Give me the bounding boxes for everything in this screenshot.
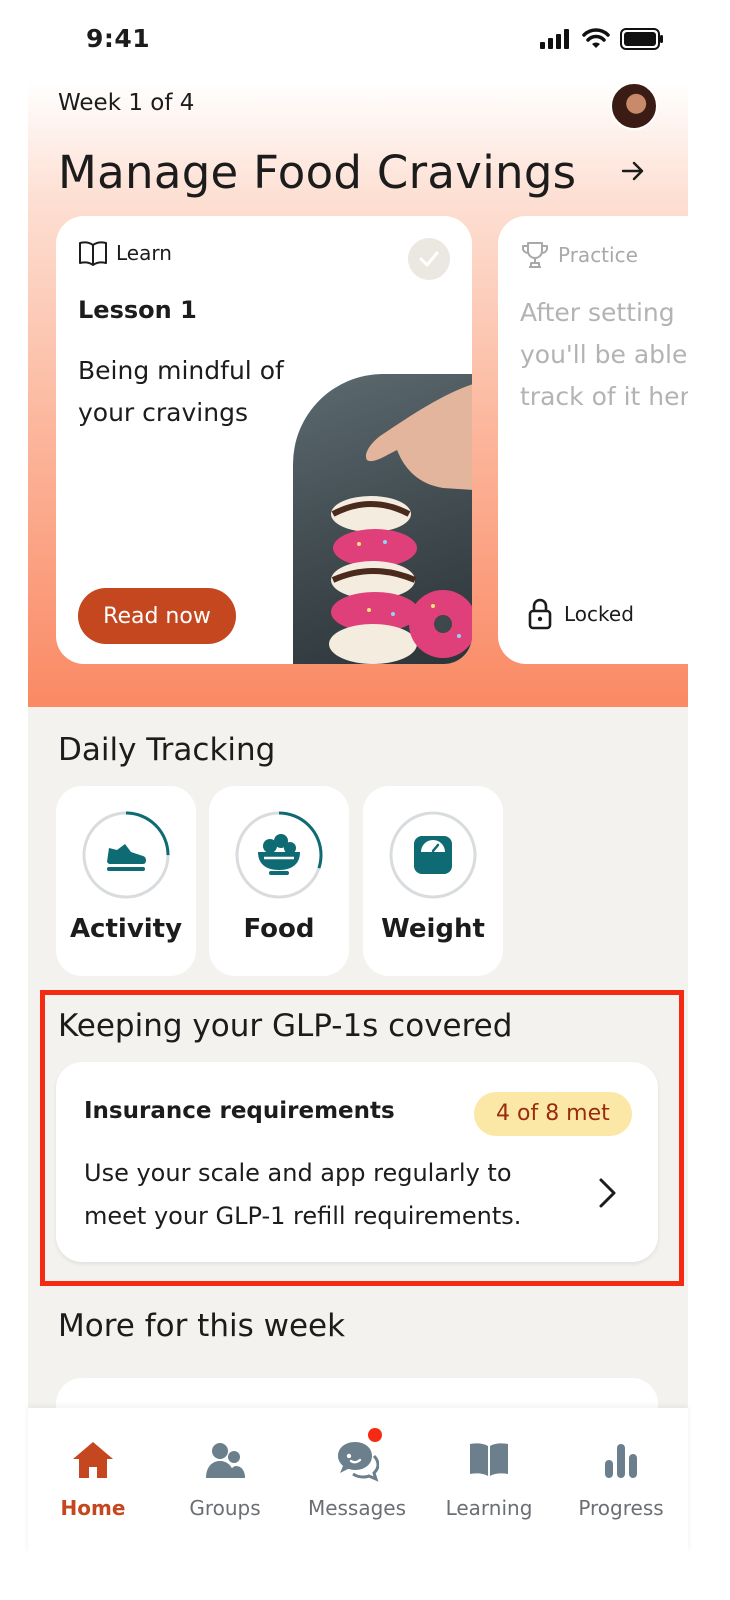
week-label: Week 1 of 4 (58, 90, 195, 116)
donut-stack-image (293, 374, 472, 664)
nav-groups[interactable]: Groups (160, 1438, 290, 1520)
daily-tracking-title: Daily Tracking (58, 732, 276, 768)
completed-check-icon (408, 238, 450, 280)
tracking-label: Food (243, 914, 315, 944)
nav-progress[interactable]: Progress (556, 1438, 686, 1520)
insurance-requirements-card[interactable]: Insurance requirements 4 of 8 met Use yo… (56, 1062, 658, 1262)
tracking-activity[interactable]: Activity (56, 786, 196, 976)
book-icon (470, 1443, 508, 1476)
practice-line: After setting (520, 298, 675, 327)
status-icons (540, 28, 664, 50)
tracking-label: Weight (381, 914, 485, 944)
practice-tag-label: Practice (558, 243, 638, 267)
locked-label: Locked (564, 602, 634, 626)
home-indicator-area (28, 1554, 688, 1600)
nav-label: Groups (189, 1496, 261, 1520)
practice-card[interactable]: Practice After setting you'll be able tr… (498, 216, 688, 664)
page-title[interactable]: Manage Food Cravings (58, 146, 576, 199)
nav-label: Progress (578, 1496, 664, 1520)
notification-dot (368, 1428, 382, 1442)
tracking-weight[interactable]: Weight (363, 786, 503, 976)
trophy-icon (522, 242, 548, 268)
learn-tag-label: Learn (116, 241, 172, 265)
practice-line: track of it her (520, 382, 688, 411)
home-icon (73, 1442, 113, 1478)
bar-chart-icon (605, 1444, 637, 1478)
shoe-icon (82, 811, 170, 899)
learn-card[interactable]: Learn Lesson 1 Being mindful of your cra… (56, 216, 472, 664)
status-time: 9:41 (86, 24, 151, 53)
glp-section-title: Keeping your GLP-1s covered (58, 1008, 513, 1044)
signal-icon (540, 29, 569, 49)
nav-label: Home (60, 1496, 126, 1520)
locked-status: Locked (528, 598, 634, 630)
learn-tag: Learn (78, 240, 172, 266)
chevron-right-icon[interactable] (596, 1176, 620, 1210)
practice-tag: Practice (520, 240, 638, 270)
messages-icon (338, 1442, 379, 1482)
tracking-food[interactable]: Food (209, 786, 349, 976)
wifi-icon (582, 28, 610, 48)
home-screen: Week 1 of 4 Manage Food Cravings Learn L… (28, 82, 688, 1600)
status-bar: 9:41 (0, 0, 730, 82)
insurance-card-title: Insurance requirements (84, 1098, 395, 1124)
nav-home[interactable]: Home (28, 1438, 158, 1520)
nav-learning[interactable]: Learning (424, 1438, 554, 1520)
salad-bowl-icon (235, 811, 323, 899)
nav-label: Learning (445, 1496, 533, 1520)
book-open-icon (79, 241, 107, 266)
battery-icon (620, 28, 663, 50)
read-now-button[interactable]: Read now (78, 588, 236, 644)
tracking-label: Activity (69, 914, 183, 944)
arrow-right-icon[interactable] (620, 158, 646, 184)
groups-icon (206, 1443, 245, 1478)
scale-icon (389, 811, 477, 899)
nav-label: Messages (307, 1496, 407, 1520)
bottom-navigation: Home Groups Messages Learning Progress (28, 1408, 688, 1554)
practice-description: After setting you'll be able track of it… (520, 292, 688, 418)
nav-messages[interactable]: Messages (292, 1438, 422, 1520)
status-badge: 4 of 8 met (474, 1092, 632, 1136)
lock-icon (528, 598, 552, 630)
lesson-title: Lesson 1 (78, 296, 197, 324)
practice-line: you'll be able (520, 340, 688, 369)
insurance-card-description: Use your scale and app regularly to meet… (84, 1159, 522, 1230)
avatar[interactable] (610, 82, 658, 130)
lesson-description: Being mindful of your cravings (78, 356, 284, 427)
weekly-hero: Week 1 of 4 Manage Food Cravings Learn L… (28, 82, 688, 707)
more-section-title: More for this week (58, 1308, 346, 1344)
